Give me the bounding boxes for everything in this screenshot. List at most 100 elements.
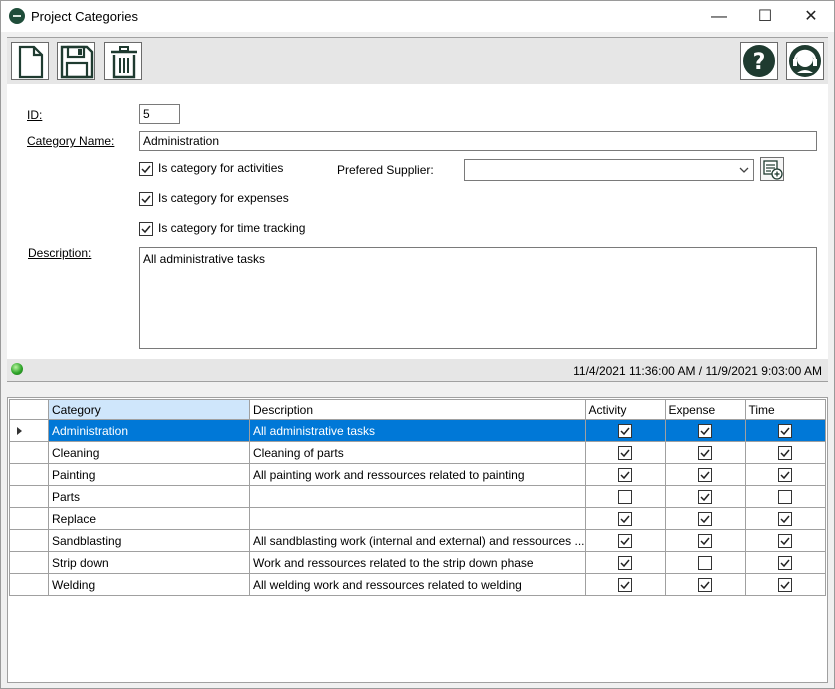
cell-expense[interactable] — [664, 463, 746, 486]
expense-checkbox[interactable] — [698, 445, 712, 460]
time-checkbox[interactable] — [778, 489, 792, 504]
activity-checkbox[interactable] — [618, 489, 632, 504]
cell-activity[interactable] — [584, 551, 666, 574]
column-header-category[interactable]: Category — [48, 399, 250, 420]
help-button[interactable]: ? — [740, 42, 778, 80]
activity-checkbox[interactable] — [618, 577, 632, 592]
cell-description[interactable]: All welding work and ressources related … — [249, 573, 586, 596]
time-checkbox[interactable] — [778, 533, 792, 548]
description-textarea[interactable]: All administrative tasks — [139, 247, 817, 349]
table-row[interactable]: Painting All painting work and ressources… — [9, 463, 826, 486]
save-button[interactable] — [57, 42, 95, 80]
cell-time[interactable] — [744, 485, 826, 508]
add-supplier-button[interactable] — [760, 157, 784, 181]
cell-activity[interactable] — [584, 441, 666, 464]
time-checkbox[interactable] — [778, 445, 792, 460]
close-button[interactable]: ✕ — [788, 1, 834, 32]
activity-checkbox[interactable] — [618, 533, 632, 548]
supplier-dropdown[interactable] — [464, 159, 754, 181]
cell-expense[interactable] — [664, 441, 746, 464]
cell-time[interactable] — [744, 419, 826, 442]
cell-category[interactable]: Cleaning — [48, 441, 250, 464]
new-button[interactable] — [11, 42, 49, 80]
cell-expense[interactable] — [664, 419, 746, 442]
delete-button[interactable] — [104, 42, 142, 80]
cell-description[interactable] — [249, 507, 586, 530]
column-header-time[interactable]: Time — [744, 399, 826, 420]
row-selector[interactable] — [9, 573, 49, 596]
categories-grid[interactable]: Category Description Activity Expense Ti… — [7, 397, 828, 683]
activity-checkbox[interactable] — [618, 555, 632, 570]
time-checkbox[interactable] — [778, 555, 792, 570]
activity-checkbox[interactable] — [618, 511, 632, 526]
cell-category[interactable]: Sandblasting — [48, 529, 250, 552]
cell-activity[interactable] — [584, 573, 666, 596]
cell-description[interactable]: Work and ressources related to the strip… — [249, 551, 586, 574]
cell-description[interactable]: All sandblasting work (internal and exte… — [249, 529, 586, 552]
table-row[interactable]: Administration All administrative tasks — [9, 419, 826, 442]
cell-activity[interactable] — [584, 529, 666, 552]
activity-checkbox[interactable] — [618, 467, 632, 482]
row-selector[interactable] — [9, 529, 49, 552]
row-selector[interactable] — [9, 507, 49, 530]
expense-checkbox[interactable] — [698, 423, 712, 438]
cell-category[interactable]: Administration — [48, 419, 250, 442]
cell-expense[interactable] — [664, 529, 746, 552]
cell-expense[interactable] — [664, 485, 746, 508]
row-selector[interactable] — [9, 463, 49, 486]
cell-category[interactable]: Replace — [48, 507, 250, 530]
category-name-field[interactable]: Administration — [139, 131, 817, 151]
row-selector[interactable] — [9, 419, 49, 442]
cell-activity[interactable] — [584, 463, 666, 486]
row-selector[interactable] — [9, 485, 49, 508]
cell-expense[interactable] — [664, 573, 746, 596]
table-row[interactable]: Parts — [9, 485, 826, 508]
time-checkbox[interactable] — [778, 423, 792, 438]
row-selector[interactable] — [9, 441, 49, 464]
cell-expense[interactable] — [664, 551, 746, 574]
cell-description[interactable] — [249, 485, 586, 508]
title-bar[interactable]: Project Categories — ☐ ✕ — [1, 1, 834, 32]
activity-checkbox[interactable] — [618, 445, 632, 460]
cell-time[interactable] — [744, 441, 826, 464]
support-button[interactable] — [786, 42, 824, 80]
cell-category[interactable]: Strip down — [48, 551, 250, 574]
activities-checkbox[interactable] — [139, 162, 153, 176]
table-row[interactable]: Strip down Work and ressources related to… — [9, 551, 826, 574]
cell-time[interactable] — [744, 529, 826, 552]
cell-time[interactable] — [744, 463, 826, 486]
expense-checkbox[interactable] — [698, 467, 712, 482]
cell-time[interactable] — [744, 573, 826, 596]
cell-activity[interactable] — [584, 485, 666, 508]
table-row[interactable]: Replace — [9, 507, 826, 530]
table-row[interactable]: Welding All welding work and ressources r… — [9, 573, 826, 596]
cell-description[interactable]: All administrative tasks — [249, 419, 586, 442]
maximize-button[interactable]: ☐ — [742, 1, 788, 32]
cell-category[interactable]: Parts — [48, 485, 250, 508]
expense-checkbox[interactable] — [698, 511, 712, 526]
cell-category[interactable]: Welding — [48, 573, 250, 596]
cell-time[interactable] — [744, 551, 826, 574]
time-checkbox[interactable] — [778, 467, 792, 482]
cell-expense[interactable] — [664, 507, 746, 530]
column-header-description[interactable]: Description — [249, 399, 586, 420]
column-header-activity[interactable]: Activity — [584, 399, 666, 420]
id-field[interactable]: 5 — [139, 104, 180, 124]
cell-description[interactable]: Cleaning of parts — [249, 441, 586, 464]
time-checkbox[interactable] — [778, 577, 792, 592]
expenses-checkbox[interactable] — [139, 192, 153, 206]
cell-category[interactable]: Painting — [48, 463, 250, 486]
expense-checkbox[interactable] — [698, 555, 712, 570]
cell-description[interactable]: All painting work and ressources related… — [249, 463, 586, 486]
table-row[interactable]: Sandblasting All sandblasting work (inter… — [9, 529, 826, 552]
table-row[interactable]: Cleaning Cleaning of parts — [9, 441, 826, 464]
cell-activity[interactable] — [584, 507, 666, 530]
row-selector[interactable] — [9, 551, 49, 574]
time-checkbox[interactable] — [778, 511, 792, 526]
minimize-button[interactable]: — — [696, 1, 742, 32]
expense-checkbox[interactable] — [698, 533, 712, 548]
expense-checkbox[interactable] — [698, 577, 712, 592]
cell-time[interactable] — [744, 507, 826, 530]
cell-activity[interactable] — [584, 419, 666, 442]
time-tracking-checkbox[interactable] — [139, 222, 153, 236]
